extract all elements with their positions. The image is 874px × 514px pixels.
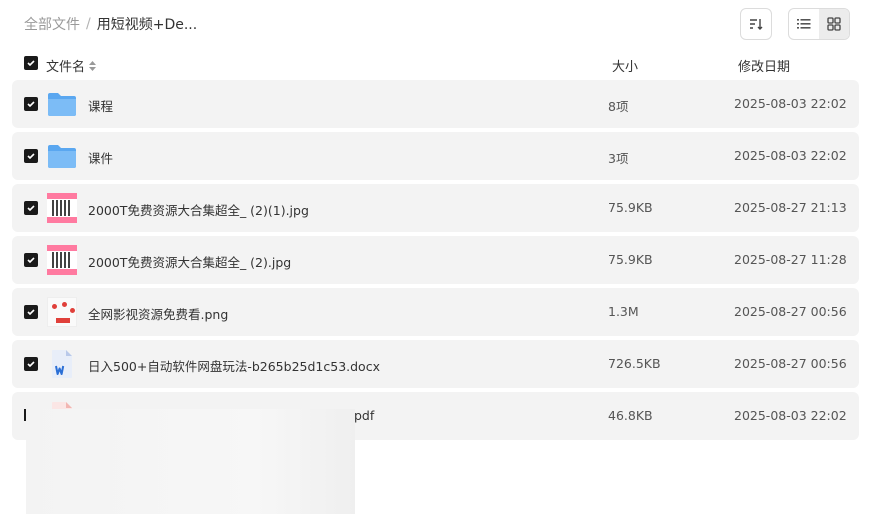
file-list-header: 文件名 大小 修改日期	[12, 50, 859, 78]
file-size: 1.3M	[608, 304, 639, 319]
sort-icon	[750, 19, 763, 30]
check-icon	[27, 309, 35, 316]
sort-button[interactable]	[740, 8, 772, 40]
row-checkbox[interactable]	[24, 149, 38, 163]
qr-image-thumbnail	[47, 193, 77, 223]
grid-view-button[interactable]	[819, 9, 849, 39]
list-icon	[797, 19, 811, 29]
file-size: 726.5KB	[608, 356, 661, 371]
select-all-checkbox[interactable]	[24, 56, 38, 70]
file-name[interactable]: 课程	[88, 96, 113, 115]
date-column-header[interactable]: 修改日期	[738, 56, 790, 75]
row-checkbox[interactable]	[24, 201, 38, 215]
check-icon	[27, 361, 35, 368]
view-toggle	[788, 8, 850, 40]
file-name[interactable]: 2000T免费资源大合集超全_ (2).jpg	[88, 252, 291, 271]
breadcrumb: 全部文件 / 用短视频+De...	[24, 14, 197, 34]
file-row[interactable]: 全网影视资源免费看.png 1.3M 2025-08-27 00:56	[12, 288, 859, 336]
file-size: 3项	[608, 151, 629, 166]
grid-icon	[827, 17, 841, 31]
row-checkbox[interactable]	[24, 97, 38, 111]
png-image-thumbnail	[47, 297, 77, 327]
file-row[interactable]: 课程 8项 2025-08-03 22:02	[12, 80, 859, 128]
name-column-label: 文件名	[46, 60, 86, 75]
check-icon	[27, 205, 35, 212]
file-row[interactable]: 2000T免费资源大合集超全_ (2)(1).jpg 75.9KB 2025-0…	[12, 184, 859, 232]
name-column-header[interactable]: 文件名	[46, 56, 97, 75]
breadcrumb-current: 用短视频+De...	[96, 17, 198, 33]
row-checkbox[interactable]	[24, 357, 38, 371]
file-row[interactable]: 2000T免费资源大合集超全_ (2).jpg 75.9KB 2025-08-2…	[12, 236, 859, 284]
file-size: 75.9KB	[608, 200, 653, 215]
check-icon	[27, 60, 35, 67]
file-list: 课程 8项 2025-08-03 22:02 课件 3项 2025-08-03 …	[12, 80, 859, 444]
breadcrumb-separator: /	[86, 16, 91, 32]
file-date: 2025-08-27 11:28	[734, 252, 847, 267]
file-name[interactable]: 2000T免费资源大合集超全_ (2)(1).jpg	[88, 200, 309, 219]
file-name[interactable]: pdf	[354, 408, 374, 423]
file-size: 75.9KB	[608, 252, 653, 267]
check-icon	[27, 153, 35, 160]
folder-icon	[48, 145, 76, 168]
size-column-header[interactable]: 大小	[612, 56, 638, 75]
folder-icon	[48, 93, 76, 116]
file-date: 2025-08-03 22:02	[734, 96, 847, 111]
file-row[interactable]: 课件 3项 2025-08-03 22:02	[12, 132, 859, 180]
qr-image-thumbnail	[47, 245, 77, 275]
file-date: 2025-08-03 22:02	[734, 408, 847, 423]
file-name[interactable]: 课件	[88, 148, 113, 167]
check-icon	[27, 257, 35, 264]
file-date: 2025-08-27 21:13	[734, 200, 847, 215]
file-row[interactable]: 日入500+自动软件网盘玩法-b265b25d1c53.docx 726.5KB…	[12, 340, 859, 388]
file-size: 46.8KB	[608, 408, 653, 423]
file-size: 8项	[608, 99, 629, 114]
file-name[interactable]: 日入500+自动软件网盘玩法-b265b25d1c53.docx	[88, 356, 380, 375]
row-checkbox[interactable]	[24, 305, 38, 319]
obscuring-overlay	[26, 409, 355, 514]
list-view-button[interactable]	[789, 9, 819, 39]
file-date: 2025-08-27 00:56	[734, 304, 847, 319]
row-checkbox[interactable]	[24, 253, 38, 267]
sort-arrows-icon	[89, 60, 97, 71]
file-name[interactable]: 全网影视资源免费看.png	[88, 304, 228, 323]
check-icon	[27, 101, 35, 108]
top-bar: 全部文件 / 用短视频+De...	[0, 0, 874, 48]
file-date: 2025-08-03 22:02	[734, 148, 847, 163]
word-doc-icon	[52, 350, 72, 378]
file-date: 2025-08-27 00:56	[734, 356, 847, 371]
breadcrumb-root-link[interactable]: 全部文件	[24, 14, 80, 34]
